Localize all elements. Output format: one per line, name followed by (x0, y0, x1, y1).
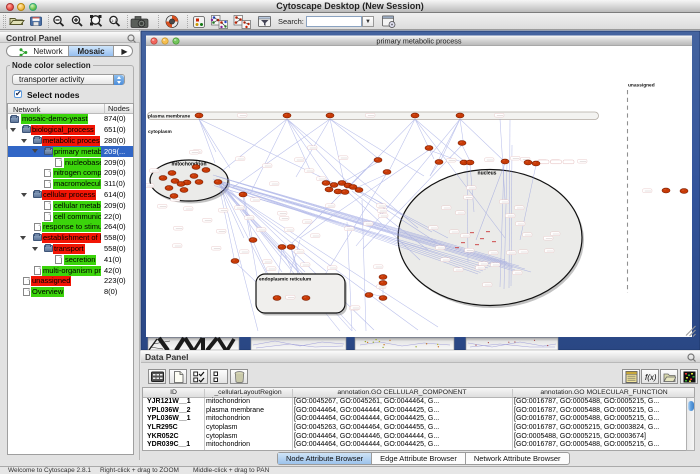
svg-text:cytoplasm: cytoplasm (148, 129, 172, 135)
svg-text:unassigned: unassigned (628, 83, 655, 89)
svg-text:mitochondrion: mitochondrion (172, 162, 207, 168)
svg-text:plasma membrane: plasma membrane (148, 113, 190, 119)
svg-text:endoplasmic reticulum: endoplasmic reticulum (259, 277, 311, 283)
svg-text:primary metabolic process: primary metabolic process (376, 37, 462, 46)
svg-text:1:1: 1:1 (111, 18, 117, 23)
svg-text:f(x): f(x) (645, 373, 657, 382)
svg-text:nucleus: nucleus (478, 171, 497, 177)
